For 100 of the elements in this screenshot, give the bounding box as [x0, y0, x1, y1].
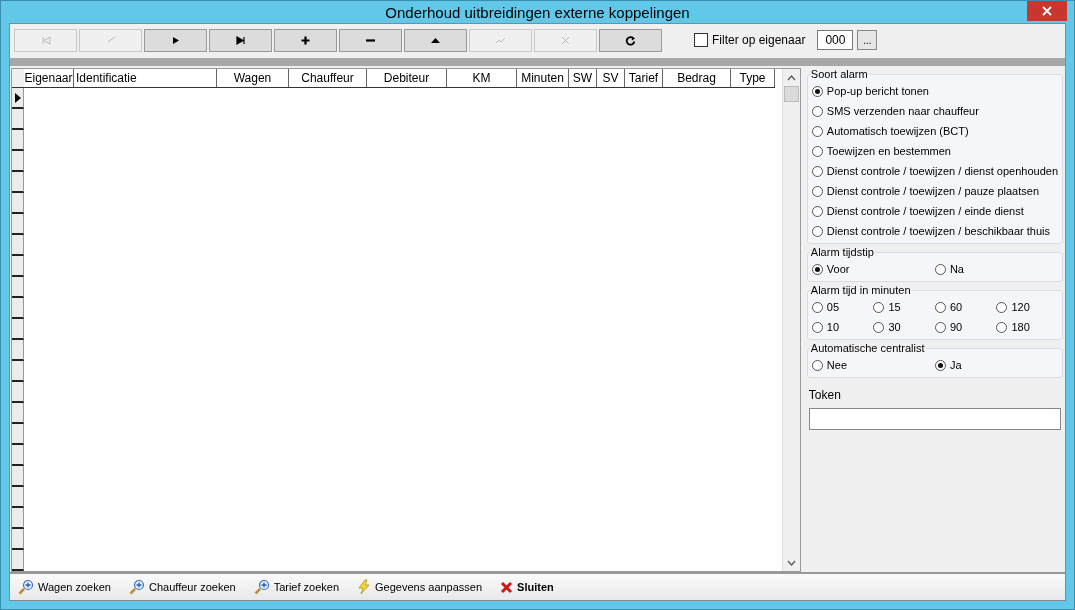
option-label: Toewijzen en bestemmen	[826, 145, 951, 157]
close-icon	[1042, 6, 1052, 16]
row-selector[interactable]	[12, 487, 24, 508]
last-button[interactable]	[209, 28, 272, 52]
option-label: 10	[826, 321, 840, 333]
lightning-icon	[357, 579, 372, 595]
radio-button[interactable]	[934, 263, 946, 275]
option-label: 05	[826, 301, 840, 313]
filter-checkbox[interactable]	[694, 33, 708, 47]
radio-button[interactable]	[996, 321, 1008, 333]
option-label: Dienst controle / toewijzen / beschikbaar thuis	[826, 225, 1050, 237]
scroll-down-icon[interactable]	[786, 559, 796, 566]
group-title: Soort alarm	[809, 68, 869, 80]
token-label: Token	[808, 388, 842, 402]
magnifier-plus-icon	[129, 579, 145, 595]
option-label: Dienst controle / toewijzen / einde dienst	[826, 205, 1024, 217]
radio-button[interactable]	[996, 301, 1008, 313]
row-selector[interactable]	[12, 88, 24, 109]
current-row-icon	[14, 92, 21, 103]
refresh-button[interactable]	[599, 28, 662, 52]
magnifier-plus-icon	[253, 579, 270, 595]
option-label: 120	[1011, 301, 1030, 313]
radio-button[interactable]	[811, 359, 823, 371]
row-selector[interactable]	[12, 508, 24, 529]
browse-button[interactable]: ...	[857, 30, 878, 50]
lightning-action-button[interactable]: Gegevens aanpassen	[357, 579, 483, 595]
magnifier-plus-icon	[18, 579, 34, 595]
radio-button[interactable]	[811, 321, 823, 333]
option-label: Na	[949, 263, 964, 275]
radio-button[interactable]	[811, 85, 823, 97]
row-selector[interactable]	[12, 382, 24, 403]
row-selector[interactable]	[12, 256, 24, 277]
row-selector[interactable]	[12, 340, 24, 361]
option-label: SMS verzenden naar chauffeur	[826, 105, 979, 117]
radio-button[interactable]	[811, 225, 823, 237]
option-label: 180	[1011, 321, 1030, 333]
option-label: 30	[888, 321, 901, 333]
radio-button[interactable]	[811, 301, 823, 313]
close-action-button[interactable]: Sluiten	[500, 580, 554, 594]
radio-button[interactable]	[811, 125, 823, 137]
row-selector[interactable]	[12, 235, 24, 256]
option-label: Pop-up bericht tonen	[826, 85, 929, 97]
option-label: Dienst controle / toewijzen / pauze plaatsen	[826, 185, 1040, 197]
radio-button[interactable]	[811, 185, 823, 197]
row-selector[interactable]	[12, 214, 24, 235]
add-button[interactable]	[274, 28, 337, 52]
option-label: 90	[949, 321, 963, 333]
row-selector[interactable]	[12, 403, 24, 424]
column-header[interactable]: Identificatie	[74, 69, 217, 87]
radio-button[interactable]	[873, 321, 885, 333]
search-action-button[interactable]: Tarief zoeken	[253, 579, 340, 595]
option-label: 15	[888, 301, 901, 313]
radio-button[interactable]	[811, 105, 823, 117]
option-label: Voor	[826, 263, 850, 275]
option-label: Ja	[949, 359, 962, 371]
option-label: 60	[949, 301, 963, 313]
window-title: Onderhoud uitbreidingen externe koppelingen	[385, 3, 690, 21]
row-selector[interactable]	[12, 361, 24, 382]
radio-button[interactable]	[934, 301, 946, 313]
row-selector[interactable]	[12, 319, 24, 340]
cross-icon	[560, 34, 571, 46]
skip-forward-icon	[235, 34, 246, 46]
skip-back-icon	[40, 34, 51, 46]
token-field[interactable]	[808, 408, 1061, 430]
row-selector[interactable]	[12, 550, 24, 571]
scrollbar[interactable]	[781, 69, 800, 571]
row-selector[interactable]	[12, 151, 24, 172]
radio-button[interactable]	[811, 165, 823, 177]
option-label: Dienst controle / toewijzen / dienst openhouden	[826, 165, 1058, 177]
row-selector[interactable]	[12, 193, 24, 214]
scroll-thumb[interactable]	[783, 86, 799, 102]
row-selector[interactable]	[12, 277, 24, 298]
option-label: Automatisch toewijzen (BCT)	[826, 125, 969, 137]
search-action-button[interactable]: Wagen zoeken	[18, 579, 111, 595]
radio-button[interactable]	[811, 205, 823, 217]
row-selector[interactable]	[12, 445, 24, 466]
radio-button[interactable]	[934, 321, 946, 333]
option-label: Nee	[826, 359, 848, 371]
row-selector[interactable]	[12, 529, 24, 550]
row-selector[interactable]	[12, 172, 24, 193]
search-action-button[interactable]: Chauffeur zoeken	[129, 579, 236, 595]
radio-button[interactable]	[811, 263, 823, 275]
group-title: Alarm tijd in minuten	[809, 284, 912, 296]
radio-button[interactable]	[811, 145, 823, 157]
scroll-up-icon[interactable]	[786, 74, 796, 81]
row-selector[interactable]	[12, 130, 24, 151]
radio-button[interactable]	[934, 359, 946, 371]
close-button[interactable]	[1027, 1, 1067, 21]
group-title: Alarm tijdstip	[809, 246, 875, 258]
radio-button[interactable]	[873, 301, 885, 313]
column-header[interactable]: Eigenaar	[24, 69, 74, 87]
owner-field[interactable]: 000	[817, 30, 854, 50]
row-selector[interactable]	[12, 298, 24, 319]
plus-icon	[300, 34, 311, 46]
row-selector[interactable]	[12, 466, 24, 487]
play-icon	[170, 34, 181, 46]
refresh-icon	[625, 34, 636, 46]
row-selector[interactable]	[12, 109, 24, 130]
row-selector[interactable]	[12, 424, 24, 445]
group-title: Automatische centralist	[809, 342, 926, 354]
